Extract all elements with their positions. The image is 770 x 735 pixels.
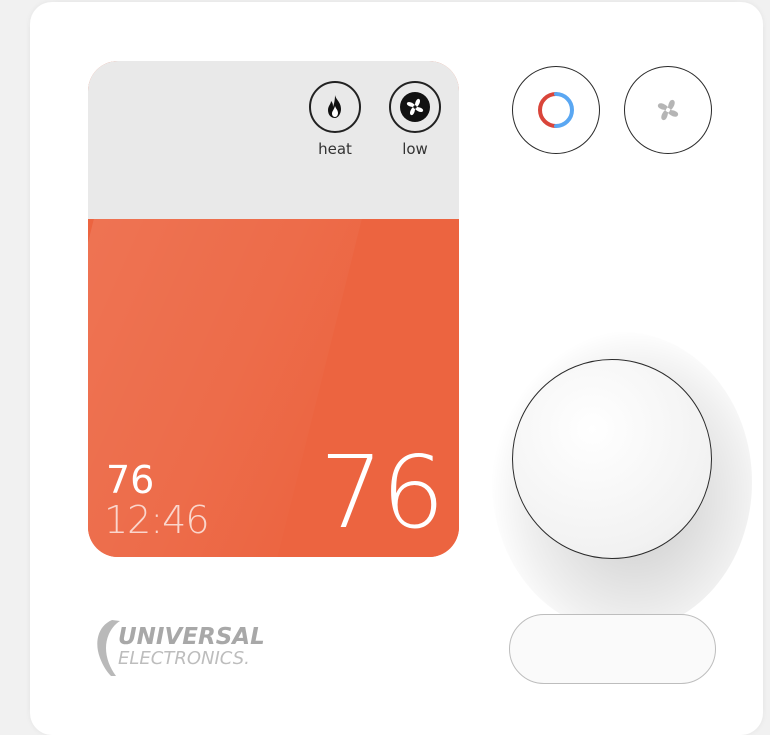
heat-mode-label: heat [318, 140, 352, 158]
thermostat-device: heat low 76 12:46 76 UNIVERSAL ELECTRONI… [30, 2, 763, 735]
mode-ring-icon [538, 92, 574, 128]
thermostat-display: heat low 76 12:46 76 [88, 61, 459, 557]
mode-button[interactable] [512, 66, 600, 154]
pill-button[interactable] [509, 614, 716, 684]
logo-text-electronics: ELECTRONICS. [118, 648, 250, 669]
display-temperature-area: 76 12:46 76 [88, 219, 459, 557]
universal-electronics-logo: UNIVERSAL ELECTRONICS. [90, 612, 280, 677]
current-temperature: 76 [319, 434, 445, 551]
temperature-dial[interactable] [512, 359, 712, 559]
flame-icon [309, 81, 361, 133]
clock-time: 12:46 [104, 498, 210, 542]
fan-speed-label: low [402, 140, 428, 158]
display-status-bar: heat low [88, 61, 459, 219]
fan-icon [389, 81, 441, 133]
fan-speed-indicator: low [385, 81, 445, 158]
fan-button[interactable] [624, 66, 712, 154]
heat-mode-indicator: heat [305, 81, 365, 158]
setpoint-temperature: 76 [106, 458, 155, 502]
logo-text-universal: UNIVERSAL [118, 624, 265, 650]
fan-icon [657, 99, 679, 121]
